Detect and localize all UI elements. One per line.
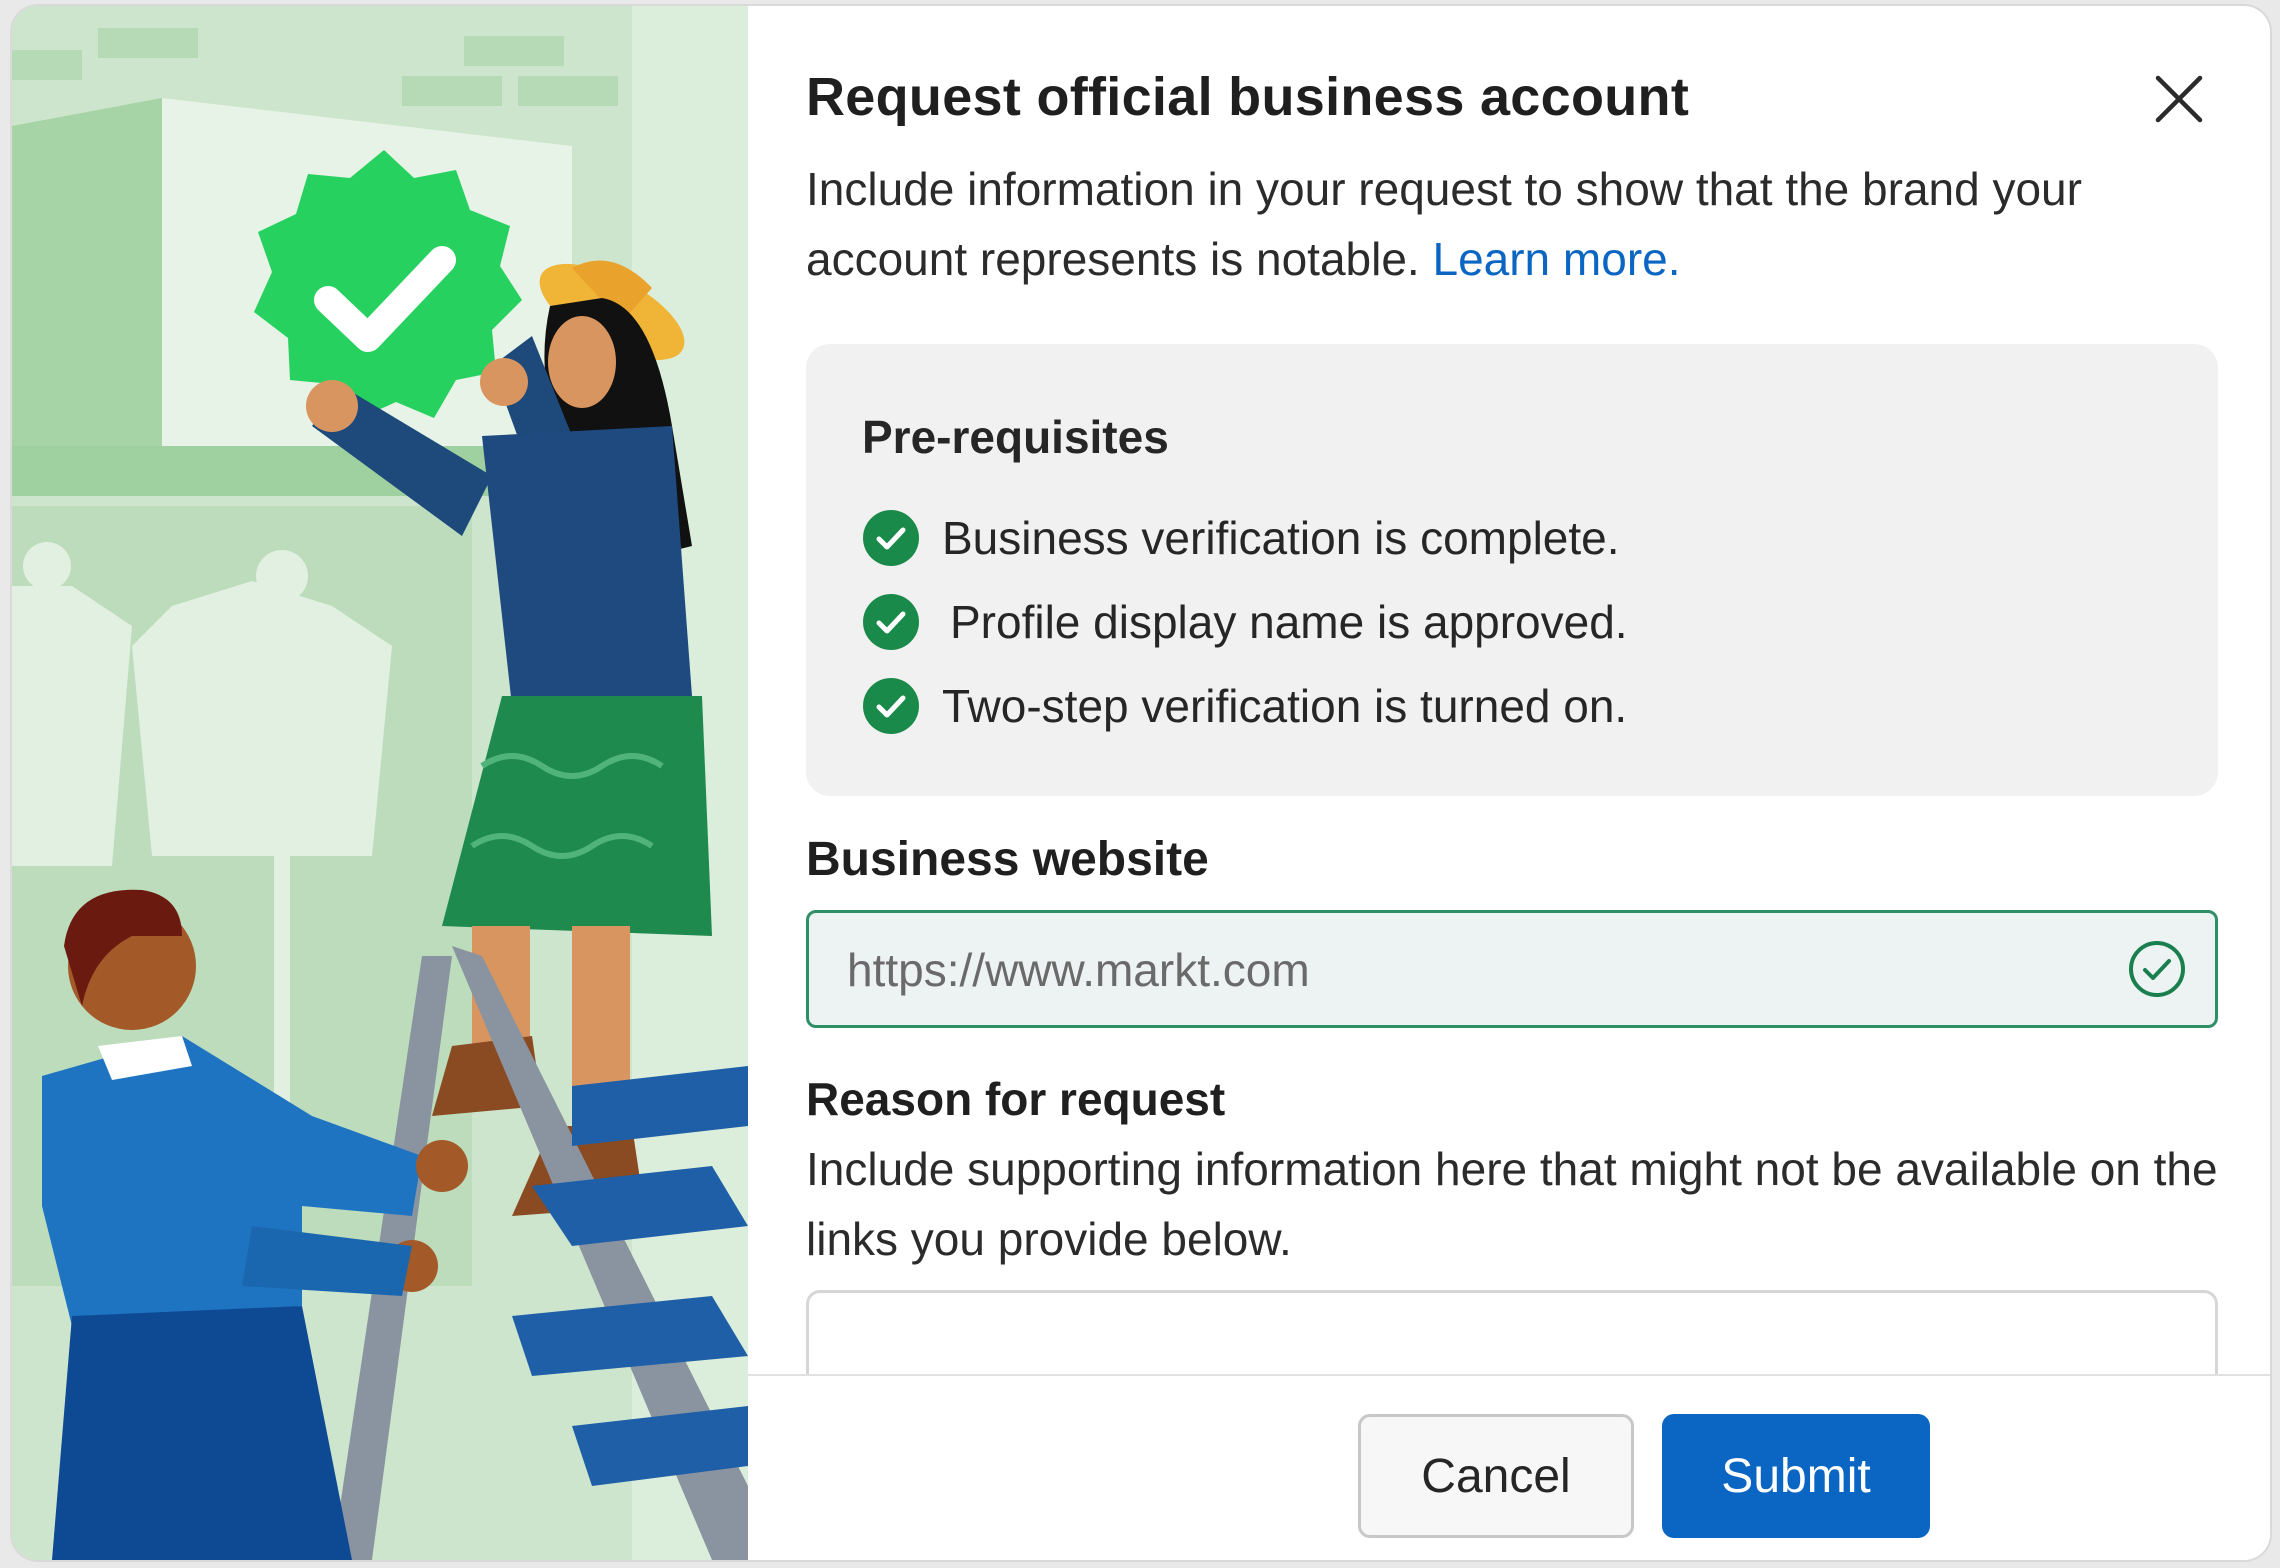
learn-more-link[interactable]: Learn more. xyxy=(1432,233,1680,285)
dialog-title: Request official business account xyxy=(806,67,1690,127)
cancel-button[interactable]: Cancel xyxy=(1358,1414,1634,1538)
check-circle-icon xyxy=(863,678,919,734)
prerequisites-title: Pre-requisites xyxy=(862,411,1169,463)
prerequisites-panel: Pre-requisites Business verification is … xyxy=(806,344,2218,796)
check-circle-icon xyxy=(863,594,919,650)
prerequisite-label: Business verification is complete. xyxy=(942,512,1620,564)
business-website-field xyxy=(806,910,2218,1028)
prerequisite-label: Two-step verification is turned on. xyxy=(942,680,1628,732)
dialog-content: Request official business account Includ… xyxy=(806,6,2230,1560)
prerequisite-item: Business verification is complete. xyxy=(862,508,1620,568)
business-website-label: Business website xyxy=(806,833,1209,886)
valid-check-icon xyxy=(2129,941,2185,997)
check-circle-icon xyxy=(863,510,919,566)
dialog-footer: Cancel Submit xyxy=(748,1374,2270,1560)
reason-help-text: Include supporting information here that… xyxy=(806,1143,2218,1265)
submit-button[interactable]: Submit xyxy=(1662,1414,1930,1538)
prerequisite-label: Profile display name is approved. xyxy=(950,596,1628,648)
business-website-input[interactable] xyxy=(845,913,2049,1027)
prerequisite-item: Profile display name is approved. xyxy=(862,592,1628,652)
close-icon xyxy=(2155,75,2203,123)
dialog-description: Include information in your request to s… xyxy=(806,154,2186,294)
close-button[interactable] xyxy=(2152,72,2206,126)
prerequisite-item: Two-step verification is turned on. xyxy=(862,676,1627,736)
request-dialog: Request official business account Includ… xyxy=(12,6,2270,1560)
reason-label: Reason for request xyxy=(806,1073,1226,1125)
verification-illustration xyxy=(12,6,748,1560)
